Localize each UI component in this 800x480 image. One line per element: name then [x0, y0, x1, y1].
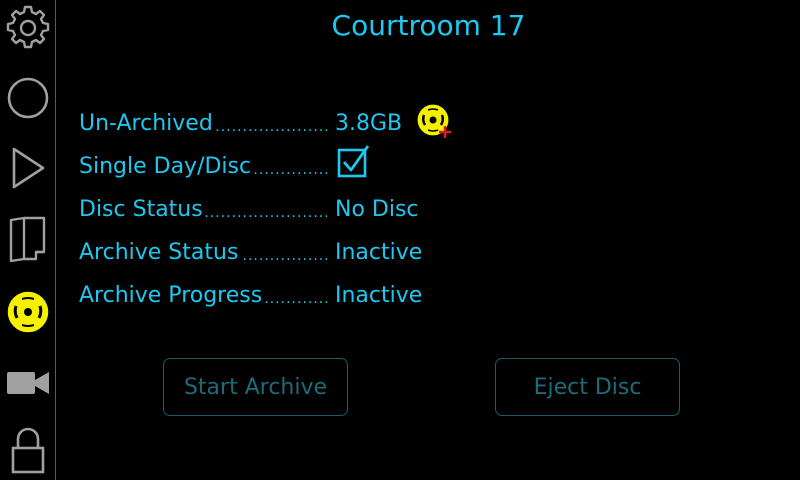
folder-icon	[9, 216, 46, 263]
circle-icon	[7, 77, 49, 119]
disc-status-value: No Disc	[335, 197, 419, 222]
lock-icon	[11, 427, 45, 474]
single-day-disc-label: ........................................…	[79, 151, 331, 183]
sidebar-item-files[interactable]	[0, 210, 56, 266]
sidebar-item-play[interactable]	[0, 140, 56, 196]
sidebar-item-record[interactable]	[0, 70, 56, 126]
unarchived-value: 3.8GB	[335, 111, 403, 136]
gear-icon	[6, 5, 50, 49]
eject-disc-button[interactable]: Eject Disc	[495, 358, 680, 416]
video-camera-icon	[7, 372, 49, 394]
sidebar-item-cameras[interactable]	[0, 355, 56, 411]
unarchived-label: ........................................…	[79, 108, 331, 140]
sidebar	[0, 0, 56, 480]
play-icon	[12, 147, 45, 189]
disc-status-label: ........................................…	[79, 194, 331, 226]
archive-status-value: Inactive	[335, 240, 423, 265]
archive-screen: Courtroom 17 ...........................…	[0, 0, 800, 480]
archive-status-label: ........................................…	[79, 237, 331, 269]
sidebar-item-archive[interactable]	[0, 284, 56, 340]
start-archive-button[interactable]: Start Archive	[163, 358, 348, 416]
page-title: Courtroom 17	[331, 9, 526, 42]
archive-progress-label: ........................................…	[79, 280, 331, 312]
sidebar-item-settings[interactable]	[0, 0, 56, 56]
sidebar-item-lock[interactable]	[0, 422, 56, 478]
archive-progress-value: Inactive	[335, 283, 423, 308]
single-day-disc-checkbox[interactable]	[336, 145, 370, 179]
disc-icon	[6, 290, 50, 334]
add-disc-icon[interactable]	[415, 102, 455, 142]
